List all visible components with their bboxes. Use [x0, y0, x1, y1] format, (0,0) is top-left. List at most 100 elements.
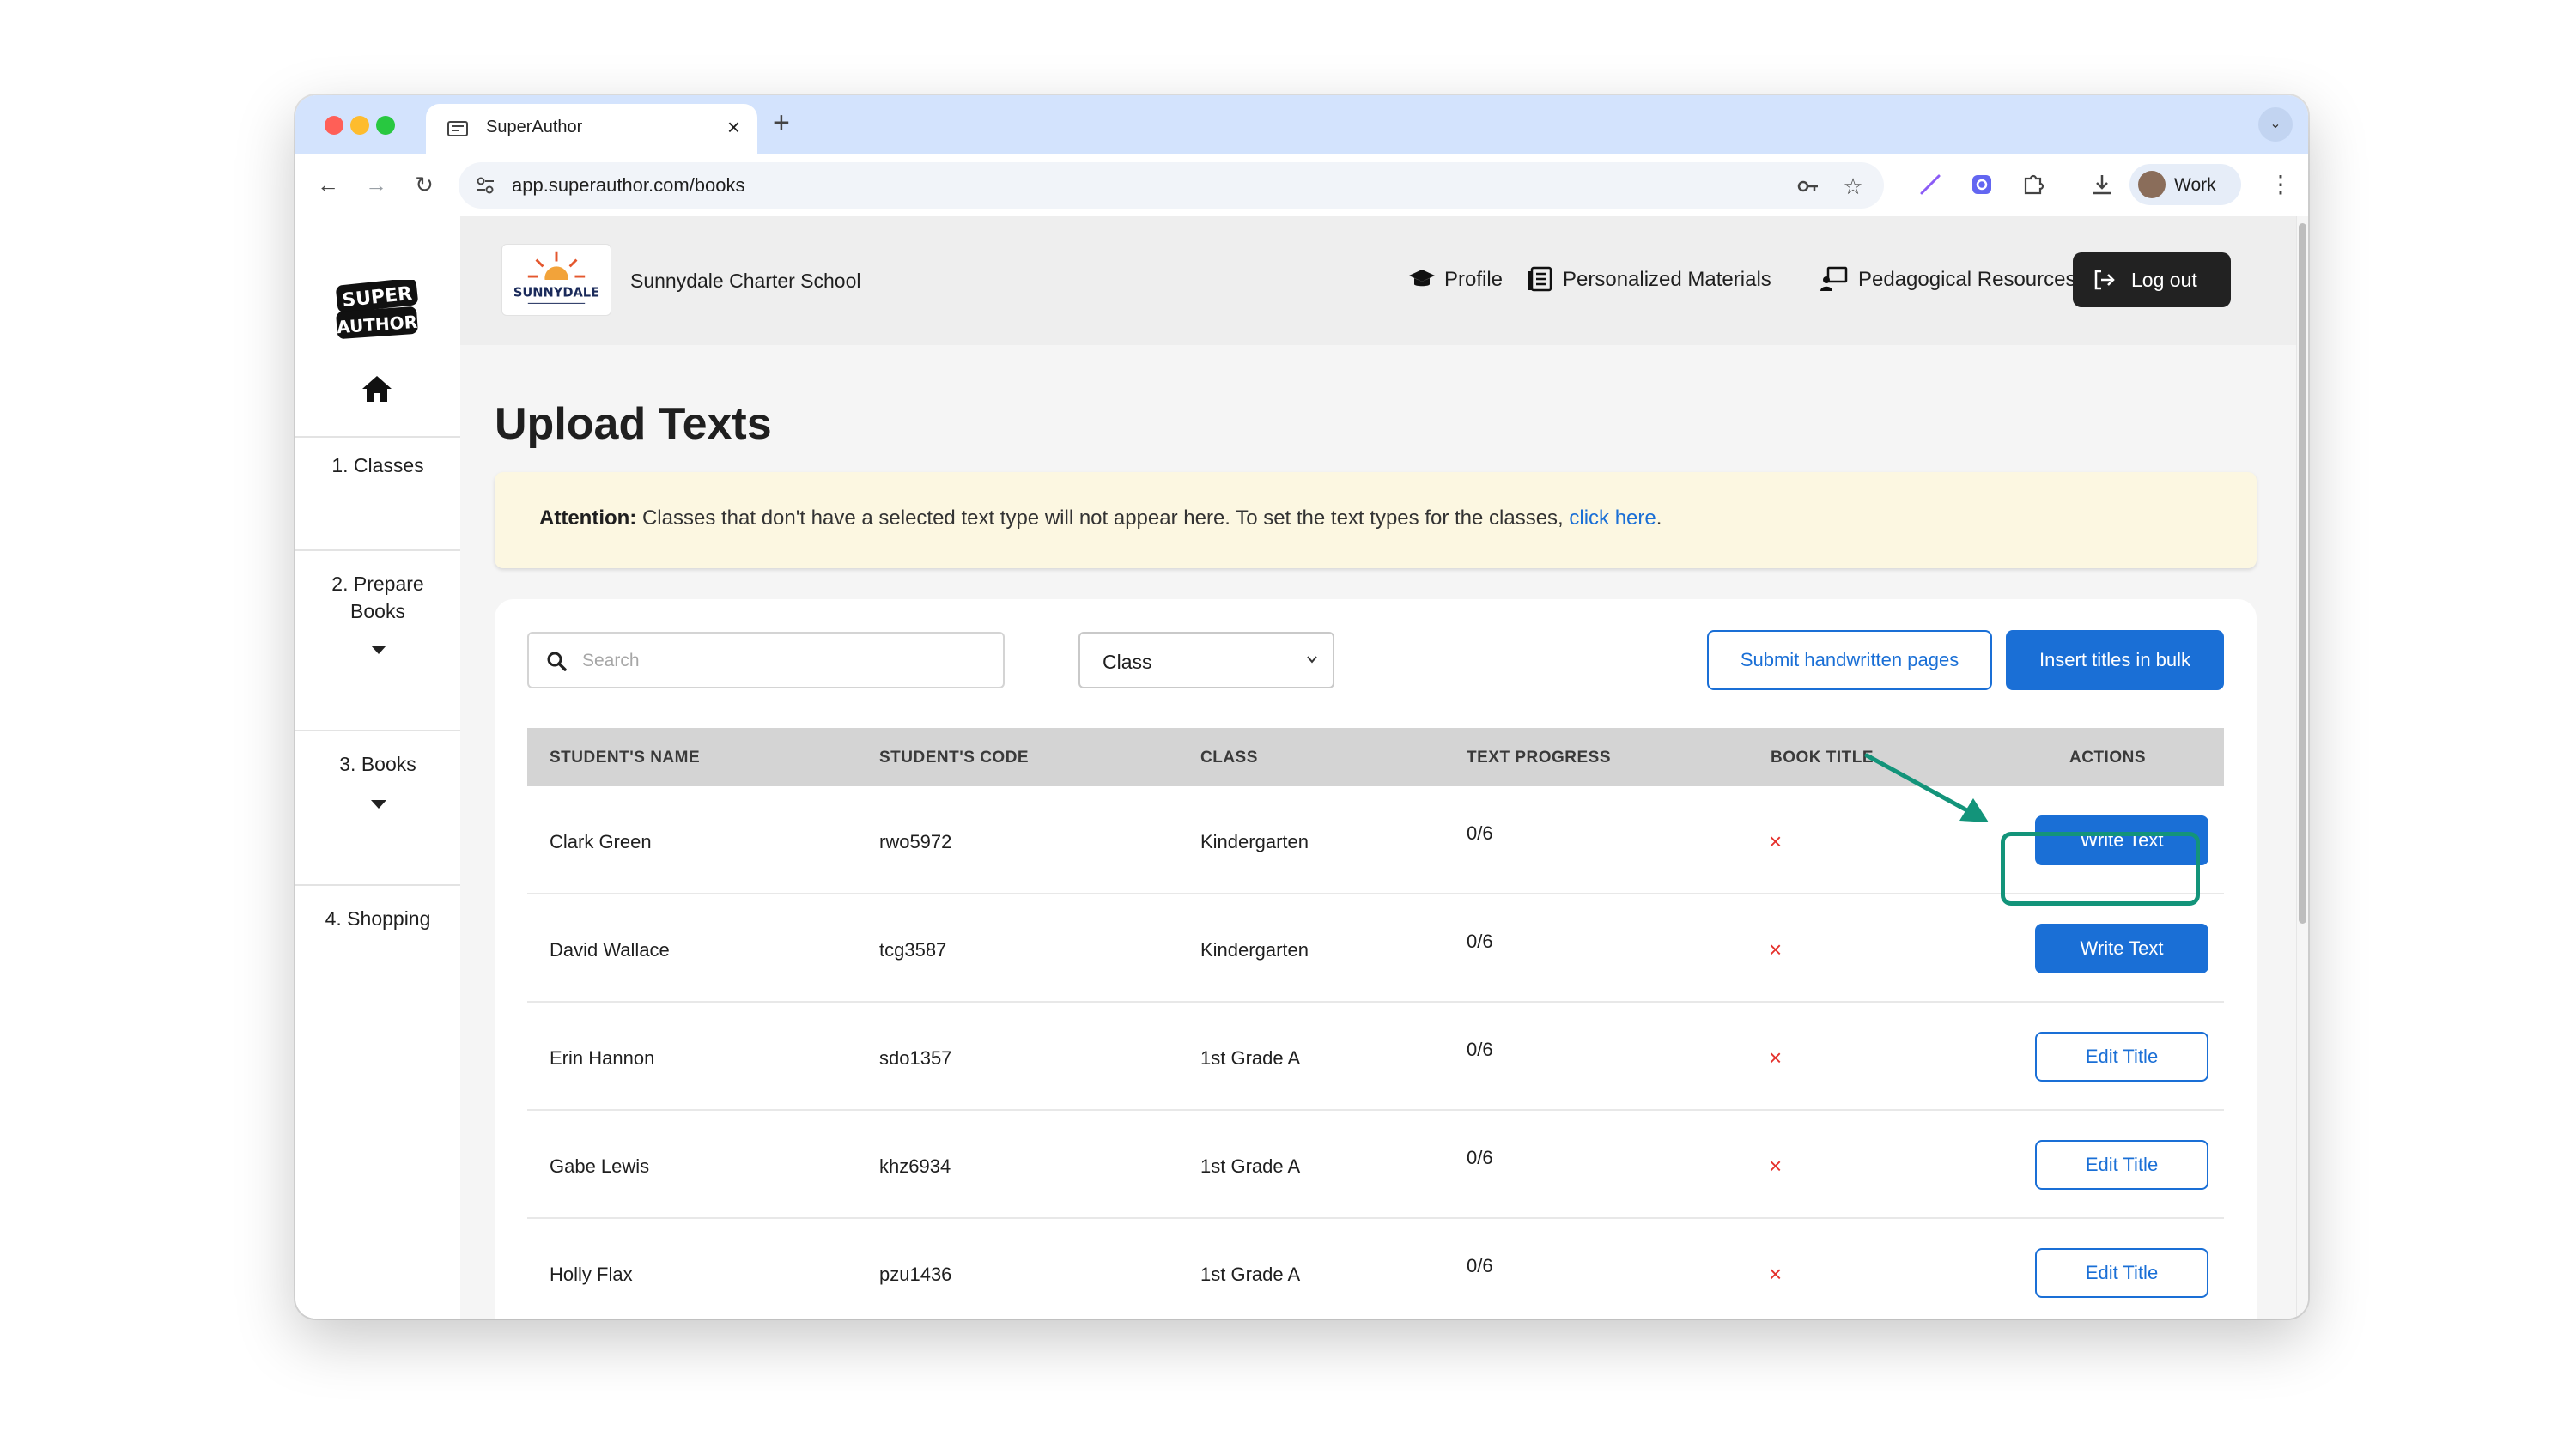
home-icon[interactable] — [361, 374, 393, 403]
annotation-highlight-box — [2001, 832, 2200, 906]
sidebar-divider — [295, 436, 460, 438]
pen-extension-icon[interactable] — [1917, 171, 1944, 198]
search-input[interactable]: Search — [527, 632, 1005, 688]
student-code: khz6934 — [879, 1155, 951, 1177]
sidebar-item-books[interactable]: 3. Books — [295, 750, 460, 778]
book-icon[interactable] — [1527, 266, 1554, 292]
logout-icon — [2094, 270, 2115, 290]
text-progress: 0/6 — [1467, 1147, 1493, 1168]
nav-personalized-materials[interactable]: Personalized Materials — [1563, 268, 1771, 292]
browser-menu-icon[interactable]: ⋮ — [2269, 171, 2293, 198]
extension-app-icon[interactable] — [1968, 171, 1996, 198]
annotation-arrow-icon — [1864, 753, 1989, 822]
student-class: Kindergarten — [1200, 831, 1309, 852]
maximize-window-button[interactable] — [376, 116, 395, 135]
browser-window: SuperAuthor × + ⌄ ← → ↻ app.superauthor.… — [295, 95, 2308, 1319]
sidebar-item-shopping[interactable]: 4. Shopping — [295, 905, 460, 932]
reload-icon[interactable]: ↻ — [409, 169, 440, 200]
sidebar-divider — [295, 730, 460, 731]
download-icon[interactable] — [2088, 171, 2116, 198]
new-tab-button[interactable]: + — [773, 106, 790, 140]
school-logo-text: SUNNYDALE — [513, 286, 599, 300]
student-class: 1st Grade A — [1200, 1047, 1301, 1069]
edit-title-button[interactable]: Edit Title — [2035, 1032, 2208, 1082]
text-progress: 0/6 — [1467, 931, 1493, 952]
edit-title-button[interactable]: Edit Title — [2035, 1248, 2208, 1298]
class-select[interactable]: Class — [1078, 632, 1334, 688]
profile-label: Work — [2174, 175, 2216, 195]
graduation-cap-icon[interactable] — [1408, 266, 1436, 292]
book-title-x-icon: × — [1769, 1261, 1783, 1287]
favicon-icon — [447, 121, 468, 136]
chevron-down-icon — [1307, 656, 1317, 664]
teacher-board-icon[interactable] — [1820, 266, 1848, 292]
close-window-button[interactable] — [325, 116, 343, 135]
submit-handwritten-pages-button[interactable]: Submit handwritten pages — [1707, 630, 1992, 690]
bookmark-star-icon[interactable]: ☆ — [1841, 174, 1865, 198]
profile-avatar — [2138, 171, 2166, 198]
column-header: BOOK TITLE — [1771, 749, 1874, 767]
student-code: rwo5972 — [879, 831, 952, 852]
minimize-window-button[interactable] — [350, 116, 369, 135]
student-name: Gabe Lewis — [550, 1155, 650, 1177]
superauthor-logo[interactable]: SUPER AUTHOR — [333, 280, 421, 340]
column-header: ACTIONS — [2069, 749, 2146, 767]
site-info-icon[interactable] — [474, 174, 496, 197]
password-key-icon[interactable] — [1796, 174, 1820, 198]
sidebar-divider — [295, 884, 460, 886]
text-progress: 0/6 — [1467, 822, 1493, 844]
caret-down-icon[interactable] — [371, 800, 386, 809]
tab-search-chevron-icon[interactable]: ⌄ — [2258, 107, 2293, 142]
logout-button[interactable]: Log out — [2073, 252, 2231, 307]
forward-arrow-icon[interactable]: → — [361, 169, 392, 200]
column-header: TEXT PROGRESS — [1467, 749, 1612, 767]
tab-superauthor[interactable]: SuperAuthor × — [426, 104, 757, 154]
book-title-x-icon: × — [1769, 1153, 1783, 1179]
scrollbar-thumb[interactable] — [2299, 223, 2306, 924]
tab-strip: SuperAuthor × + ⌄ — [295, 95, 2308, 154]
app-header: SUNNYDALE Sunnydale Charter School Profi… — [460, 216, 2296, 345]
class-select-value: Class — [1103, 651, 1152, 673]
extensions-puzzle-icon[interactable] — [2020, 171, 2047, 198]
table-row: David Wallace tcg3587 Kindergarten 0/6 ×… — [527, 894, 2224, 1003]
edit-title-button[interactable]: Edit Title — [2035, 1140, 2208, 1190]
student-class: 1st Grade A — [1200, 1264, 1301, 1285]
text-progress: 0/6 — [1467, 1255, 1493, 1276]
student-code: pzu1436 — [879, 1264, 952, 1285]
column-header: STUDENT'S NAME — [550, 749, 701, 767]
student-name: Erin Hannon — [550, 1047, 655, 1069]
page-content: SUPER AUTHOR 1. Classes 2. Prepare Books… — [295, 216, 2308, 1319]
caret-down-icon[interactable] — [371, 646, 386, 654]
back-arrow-icon[interactable]: ← — [313, 169, 343, 200]
write-text-button[interactable]: Write Text — [2035, 924, 2208, 973]
student-class: Kindergarten — [1200, 939, 1309, 961]
table-row: Gabe Lewis khz6934 1st Grade A 0/6 × Edi… — [527, 1111, 2224, 1219]
attention-alert: Attention: Classes that don't have a sel… — [495, 472, 2257, 568]
sidebar-divider — [295, 549, 460, 551]
book-title-x-icon: × — [1769, 828, 1783, 854]
student-name: David Wallace — [550, 939, 670, 961]
student-class: 1st Grade A — [1200, 1155, 1301, 1177]
alert-text: Attention: Classes that don't have a sel… — [539, 506, 1662, 530]
browser-toolbar: ← → ↻ app.superauthor.com/books ☆ Work ⋮ — [295, 154, 2308, 215]
page-title: Upload Texts — [495, 399, 772, 449]
click-here-link[interactable]: click here — [1569, 506, 1656, 530]
sidebar-item-prepare-books[interactable]: 2. Prepare Books — [295, 570, 460, 625]
address-bar[interactable]: app.superauthor.com/books ☆ — [459, 162, 1884, 209]
sidebar: SUPER AUTHOR 1. Classes 2. Prepare Books… — [295, 216, 460, 1319]
table-row: Holly Flax pzu1436 1st Grade A 0/6 × Edi… — [527, 1219, 2224, 1319]
student-code: tcg3587 — [879, 939, 947, 961]
student-name: Clark Green — [550, 831, 652, 852]
text-progress: 0/6 — [1467, 1039, 1493, 1060]
tab-close-icon[interactable]: × — [727, 114, 740, 140]
column-header: STUDENT'S CODE — [879, 749, 1030, 767]
students-card: Search Class Submit handwritten pages In… — [495, 599, 2257, 1319]
nav-pedagogical-resources[interactable]: Pedagogical Resources — [1858, 268, 2076, 292]
book-title-x-icon: × — [1769, 937, 1783, 962]
book-title-x-icon: × — [1769, 1045, 1783, 1070]
url-text[interactable]: app.superauthor.com/books — [512, 174, 745, 197]
nav-profile[interactable]: Profile — [1444, 268, 1503, 292]
insert-titles-in-bulk-button[interactable]: Insert titles in bulk — [2006, 630, 2224, 690]
profile-chip[interactable]: Work — [2129, 164, 2241, 205]
sidebar-item-classes[interactable]: 1. Classes — [295, 452, 460, 479]
